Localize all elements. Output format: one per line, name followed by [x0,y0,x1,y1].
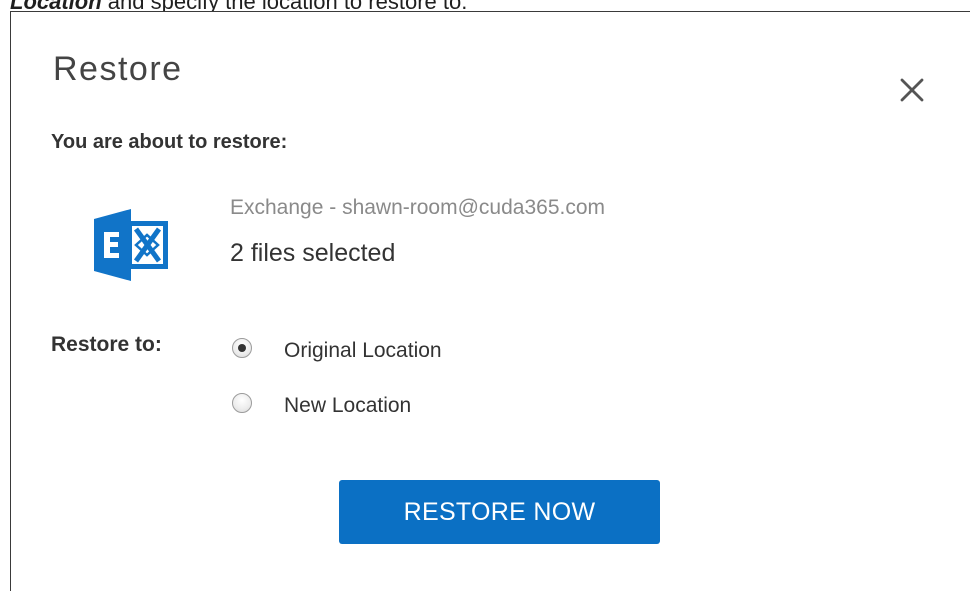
radio-original-location-label: Original Location [284,339,442,362]
source-mailbox-name: Exchange - shawn-room@cuda365.com [230,196,606,219]
radio-new-location-label: New Location [284,394,412,417]
about-to-restore-label: You are about to restore: [51,131,288,153]
restore-now-button[interactable]: RESTORE NOW [339,480,660,544]
restore-dialog: Restore You are about to restore: Exchan… [10,11,970,591]
radio-original-location-circle[interactable] [232,338,252,358]
close-icon [900,78,924,102]
exchange-icon [91,205,171,285]
restore-to-label: Restore to: [51,333,162,356]
close-button[interactable] [889,67,933,111]
radio-new-location-circle[interactable] [232,393,252,413]
selection-count: 2 files selected [230,239,396,267]
dialog-title: Restore [53,50,183,88]
radio-new-location[interactable]: New Location [232,388,411,418]
radio-original-location[interactable]: Original Location [232,333,442,363]
